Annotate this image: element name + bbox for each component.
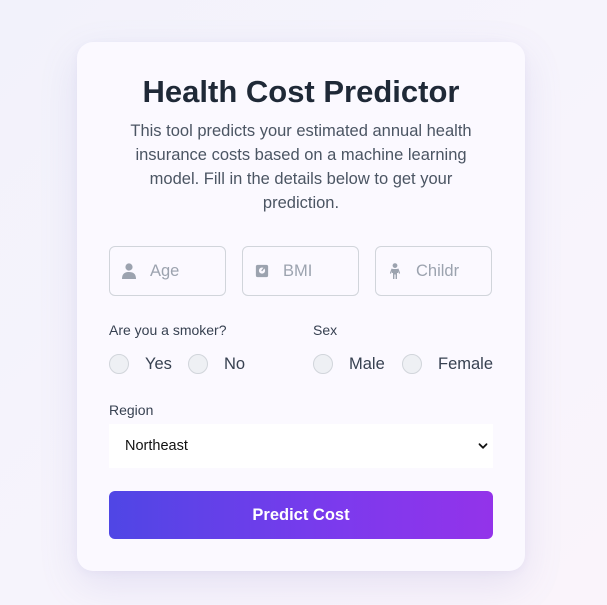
sex-female-option[interactable]: Female	[402, 354, 493, 374]
age-input[interactable]	[150, 261, 220, 281]
sex-male-label: Male	[349, 354, 385, 373]
region-selected-value: Northeast	[125, 438, 188, 454]
smoker-yes-label: Yes	[145, 354, 172, 373]
child-icon	[389, 263, 401, 279]
input-row	[109, 246, 492, 296]
bmi-field[interactable]	[242, 246, 359, 296]
sex-label: Sex	[313, 322, 338, 338]
smoker-no-option[interactable]: No	[188, 354, 245, 374]
age-field[interactable]	[109, 246, 226, 296]
chevron-down-icon	[478, 443, 488, 449]
predictor-card: Health Cost Predictor This tool predicts…	[77, 42, 525, 571]
smoker-yes-option[interactable]: Yes	[109, 354, 172, 374]
smoker-label: Are you a smoker?	[109, 322, 227, 338]
sex-female-radio[interactable]	[402, 354, 422, 374]
children-field[interactable]	[375, 246, 492, 296]
smoker-no-radio[interactable]	[188, 354, 208, 374]
region-label: Region	[109, 402, 154, 418]
page-description: This tool predicts your estimated annual…	[130, 122, 472, 212]
children-input[interactable]	[416, 261, 486, 281]
region-select[interactable]: Northeast	[109, 424, 493, 468]
predict-cost-button[interactable]: Predict Cost	[109, 491, 493, 539]
smoker-no-label: No	[224, 354, 246, 373]
sex-male-radio[interactable]	[313, 354, 333, 374]
bmi-input[interactable]	[283, 261, 353, 281]
page-title: Health Cost Predictor	[142, 74, 460, 109]
scale-icon	[255, 264, 269, 278]
sex-male-option[interactable]: Male	[313, 354, 385, 374]
smoker-yes-radio[interactable]	[109, 354, 129, 374]
person-icon	[122, 263, 136, 279]
sex-female-label: Female	[438, 354, 494, 373]
